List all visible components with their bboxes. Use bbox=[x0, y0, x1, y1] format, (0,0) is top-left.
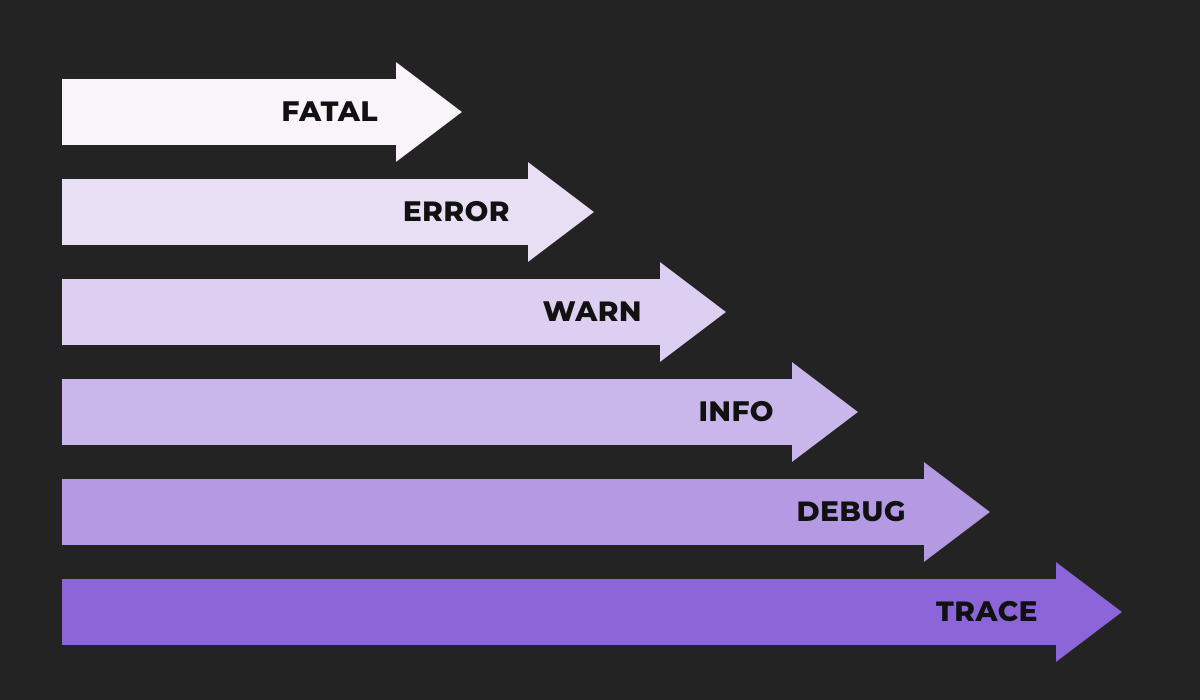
arrow-shaft: INFO bbox=[62, 379, 792, 445]
level-arrow-trace: TRACE bbox=[62, 579, 1122, 645]
level-arrow-error: ERROR bbox=[62, 179, 594, 245]
arrow-head-icon bbox=[1056, 562, 1122, 662]
level-arrow-fatal: FATAL bbox=[62, 79, 462, 145]
level-arrow-warn: WARN bbox=[62, 279, 726, 345]
level-arrow-info: INFO bbox=[62, 379, 858, 445]
level-label: ERROR bbox=[403, 195, 510, 229]
arrow-shaft: WARN bbox=[62, 279, 660, 345]
arrow-shaft: TRACE bbox=[62, 579, 1056, 645]
arrow-shaft: FATAL bbox=[62, 79, 396, 145]
arrow-head-icon bbox=[924, 462, 990, 562]
arrow-shaft: ERROR bbox=[62, 179, 528, 245]
level-label: TRACE bbox=[936, 595, 1038, 629]
level-label: DEBUG bbox=[796, 495, 906, 529]
level-label: FATAL bbox=[281, 95, 378, 129]
arrow-head-icon bbox=[660, 262, 726, 362]
level-label: WARN bbox=[543, 295, 642, 329]
arrow-head-icon bbox=[396, 62, 462, 162]
level-label: INFO bbox=[698, 395, 774, 429]
log-level-diagram: FATAL ERROR WARN INFO DEBUG TRACE bbox=[0, 0, 1200, 700]
arrow-head-icon bbox=[528, 162, 594, 262]
arrow-head-icon bbox=[792, 362, 858, 462]
arrow-shaft: DEBUG bbox=[62, 479, 924, 545]
level-arrow-debug: DEBUG bbox=[62, 479, 990, 545]
